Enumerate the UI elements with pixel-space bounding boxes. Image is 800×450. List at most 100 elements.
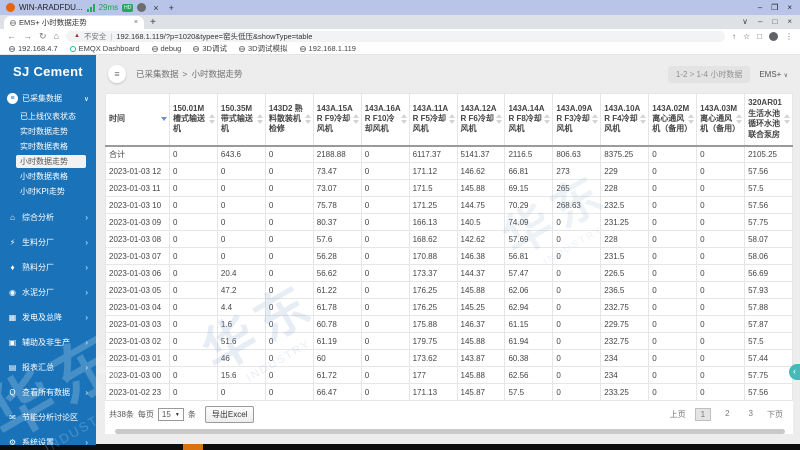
browser-maximize-button[interactable]: □	[772, 17, 777, 26]
column-header[interactable]: 143A.15AR F9冷却风机	[312, 93, 362, 147]
sort-icon[interactable]	[304, 114, 311, 125]
sort-icon[interactable]	[592, 114, 599, 125]
value-cell: 643.6	[216, 145, 266, 163]
sidebar-item[interactable]: ✉ 节能分析讨论区	[0, 405, 96, 430]
tab-search-icon[interactable]: ∨	[742, 17, 748, 26]
sidebar-subitem[interactable]: 小时数据表格	[0, 169, 96, 184]
forward-button[interactable]: →	[23, 31, 32, 41]
remote-close-button[interactable]: ×	[787, 3, 792, 12]
column-header[interactable]: 143A.11AR F5冷却风机	[408, 93, 458, 147]
sort-icon[interactable]	[161, 114, 167, 124]
back-button[interactable]: ←	[7, 31, 16, 41]
browser-close-button[interactable]: ×	[787, 17, 792, 26]
page-number-button[interactable]: 2	[720, 408, 734, 421]
column-header[interactable]: 143A.09AR F3冷却风机	[552, 93, 602, 147]
sidebar-subitem-active[interactable]: 小时数据走势	[16, 155, 86, 168]
sidebar-item[interactable]: Q 查看所有数据 ›	[0, 380, 96, 405]
column-header[interactable]: 143A.12AR F6冷却风机	[456, 93, 506, 147]
bookmark-item[interactable]: 192.168.4.7	[9, 44, 58, 53]
sort-icon[interactable]	[256, 114, 263, 125]
sidebar-item[interactable]: ▣ 辅助及非生产 ›	[0, 330, 96, 355]
column-header[interactable]: 150.35M 带式输送机	[216, 93, 266, 147]
hamburger-menu-button[interactable]: ≡	[108, 65, 126, 83]
sidebar-item-collected-data[interactable]: ≡ 已采集数据 ∨	[0, 89, 96, 109]
home-button[interactable]: ⌂	[54, 31, 59, 41]
prev-page-button[interactable]: 上页	[670, 409, 686, 420]
bookmark-item[interactable]: 3D调试模拟	[238, 43, 288, 54]
chevron-right-icon: ›	[85, 363, 88, 372]
column-header[interactable]: 143A.16AR F10冷却风机	[360, 93, 410, 147]
tab-close-button[interactable]: ×	[134, 19, 138, 26]
value-cell: 179.75	[408, 332, 458, 350]
sort-icon[interactable]	[784, 114, 790, 125]
address-bar[interactable]: ▲ 不安全 | 192.168.1.119/?p=1020&typee=窑头低压…	[65, 30, 725, 42]
browser-tab[interactable]: EMS+ 小时数据走势 ×	[4, 16, 144, 29]
sort-icon[interactable]	[400, 114, 407, 125]
sidebar-item[interactable]: ▦ 发电及总降 ›	[0, 305, 96, 330]
bookmark-item[interactable]: 3D调试	[193, 43, 227, 54]
sort-icon[interactable]	[496, 114, 503, 125]
user-menu[interactable]: EMS+ ∨	[759, 70, 788, 79]
sidebar-item[interactable]: ♦ 熟料分厂 ›	[0, 255, 96, 280]
sort-icon[interactable]	[208, 114, 215, 125]
page-number-button[interactable]: 1	[694, 408, 712, 421]
column-header[interactable]: 150.01M 槽式输送机	[169, 93, 218, 147]
bookmark-item[interactable]: 192.168.1.119	[299, 44, 356, 53]
new-tab-button[interactable]: +	[150, 17, 156, 28]
browser-minimize-button[interactable]: –	[758, 17, 762, 26]
sidebar-item[interactable]: ◉ 水泥分厂 ›	[0, 280, 96, 305]
data-range-pill[interactable]: 1-2 > 1-4 小时数据	[667, 65, 751, 83]
sidebar-item[interactable]: ⌂ 综合分析 ›	[0, 205, 96, 230]
page-number-button[interactable]: 3	[744, 408, 758, 421]
column-header[interactable]: 143D2 熟料散装机检修	[264, 93, 314, 147]
profile-avatar[interactable]	[769, 31, 778, 41]
sidebar-subitem[interactable]: 小时KPI走势	[0, 184, 96, 199]
value-cell: 61.72	[312, 366, 362, 384]
sort-icon[interactable]	[688, 114, 695, 125]
reload-button[interactable]: ↻	[39, 31, 47, 42]
value-cell: 0	[648, 196, 698, 214]
sort-icon[interactable]	[736, 114, 743, 125]
page-size-select[interactable]: 15 ▼	[157, 408, 184, 421]
next-page-button[interactable]: 下页	[767, 409, 783, 420]
bookmark-item[interactable]: EMQX Dashboard	[69, 44, 140, 53]
table-row: 2023-01-03 02 0 51.6 0 61.19 0 179.75 145.88 61.…	[105, 332, 793, 350]
sidebar-item-label: 系统设置	[22, 438, 54, 445]
table-total-row: 合计 0 643.6 0 2188.88 0 6117.37 5141.37 2116.5 806…	[105, 145, 793, 163]
taskbar-app-indicator[interactable]	[183, 444, 203, 450]
value-cell: 0	[648, 145, 698, 163]
column-header[interactable]: 143A.03M 离心通风机（备用）	[696, 93, 746, 147]
column-header[interactable]: 143A.02M 离心通风机（备用）	[648, 93, 698, 147]
remote-tab-close-button[interactable]: ×	[150, 3, 161, 13]
sidebar-item[interactable]: ⚙ 系统设置 ›	[0, 430, 96, 445]
column-header[interactable]: 时间	[105, 93, 170, 147]
breadcrumb-parent[interactable]: 已采集数据	[136, 68, 179, 80]
sort-icon[interactable]	[352, 114, 359, 125]
horizontal-scrollbar[interactable]	[115, 429, 785, 434]
sidebar-subitem[interactable]: 已上线仪表状态	[0, 109, 96, 124]
sort-icon[interactable]	[448, 114, 455, 125]
column-header[interactable]: 320AR01 生活水池循环水池联合泵房	[744, 93, 793, 147]
time-cell: 2023-01-03 12	[105, 162, 170, 180]
taskbar[interactable]	[0, 444, 800, 450]
sort-icon[interactable]	[544, 114, 551, 125]
sidebar-subitem[interactable]: 实时数据走势	[0, 124, 96, 139]
share-icon[interactable]: ↑	[732, 32, 736, 41]
side-panel-icon[interactable]: □	[757, 32, 762, 41]
sort-icon[interactable]	[640, 114, 647, 125]
remote-tab-add-button[interactable]: +	[166, 3, 177, 13]
collapse-handle-button[interactable]: ‹	[789, 364, 800, 380]
browser-menu-icon[interactable]: ⋮	[785, 32, 793, 41]
bookmark-star-icon[interactable]: ☆	[743, 32, 750, 41]
sidebar-item[interactable]: ▤ 报表汇总 ›	[0, 355, 96, 380]
bookmark-label: debug	[160, 44, 182, 53]
column-header[interactable]: 143A.14AR F8冷却风机	[504, 93, 554, 147]
sidebar-subitem[interactable]: 实时数据表格	[0, 139, 96, 154]
chevron-right-icon: ›	[85, 388, 88, 397]
remote-minimize-button[interactable]: –	[758, 3, 762, 12]
column-header[interactable]: 143A.10AR F4冷却风机	[600, 93, 650, 147]
bookmark-item[interactable]: debug	[151, 44, 182, 53]
remote-maximize-button[interactable]: ❐	[771, 3, 778, 12]
sidebar-item[interactable]: ⚡ 生料分厂 ›	[0, 230, 96, 255]
export-excel-button[interactable]: 导出Excel	[204, 406, 255, 423]
